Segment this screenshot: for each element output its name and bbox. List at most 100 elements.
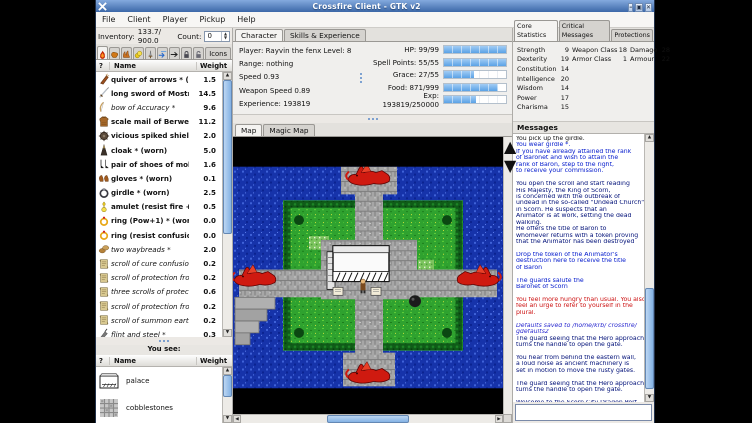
messages-scrollbar[interactable]: ▲ ▼ [644, 134, 654, 402]
inventory-item-row[interactable]: long sword of Mostrai +314.5 [96, 86, 222, 100]
scroll-right-icon[interactable]: ▶ [495, 415, 503, 423]
pane-splitter[interactable] [96, 337, 232, 345]
inventory-header: Inventory: 133.7/ 900.0 Count: 0 ▲▼ [96, 28, 232, 44]
tab-stats[interactable]: Core Statistics [514, 20, 558, 41]
ground-item-row[interactable]: cobblestones [96, 394, 222, 421]
pane-splitter[interactable] [233, 115, 512, 123]
inventory-label: Inventory: [98, 32, 135, 41]
ground-item-row[interactable]: palace [96, 367, 222, 394]
inventory-item-row[interactable]: amulet (resist fire +20) *0.5 [96, 200, 222, 214]
inventory-item-row[interactable]: pair of shoes of mobility1.6 [96, 157, 222, 171]
stat-row: Strength9Weapon Class18Damage28 [517, 45, 654, 55]
column-header-flag[interactable]: ? [96, 62, 110, 70]
item-name: quiver of arrows * (activ [111, 75, 189, 84]
game-map[interactable] [233, 137, 503, 414]
tab-character[interactable]: Character [235, 29, 283, 41]
pane-splitter[interactable] [357, 42, 365, 114]
column-header-weight[interactable]: Weight [197, 357, 232, 365]
cloak-icon [96, 144, 111, 157]
scroll-up-icon[interactable]: ▲ [223, 72, 232, 80]
window-control-button[interactable]: ▣ [635, 3, 643, 12]
column-header-weight[interactable]: Weight [197, 62, 232, 70]
inventory-filter-tab[interactable]: Icons [205, 47, 231, 59]
scroll-up-icon[interactable]: ▲ [223, 367, 232, 375]
inventory-filter-tab[interactable] [193, 47, 204, 59]
stat-label: Charisma [517, 103, 559, 111]
scroll-up-icon[interactable]: ▲ [504, 137, 512, 156]
scroll-up-icon[interactable]: ▲ [645, 134, 654, 142]
tab-stats[interactable]: Protections [611, 29, 653, 41]
palace-icon [96, 372, 122, 390]
inventory-filter-tab[interactable] [133, 47, 144, 59]
stat-label: Dexterity [517, 55, 559, 63]
scroll-icon [96, 271, 111, 284]
column-header-name[interactable]: Name [110, 357, 197, 365]
menu-item[interactable]: File [96, 15, 121, 24]
scroll-down-icon[interactable]: ▼ [504, 156, 512, 175]
menu-item[interactable]: Player [157, 15, 194, 24]
scroll-left-icon[interactable]: ◀ [233, 415, 241, 423]
stat-row: Power17 [517, 93, 654, 103]
inventory-item-row[interactable]: flint and steel *0.3 [96, 327, 222, 337]
stat-bar-fill [444, 96, 476, 103]
inventory-item-row[interactable]: two waybreads *2.0 [96, 242, 222, 256]
inventory-item-row[interactable]: ring (Pow+1) * (worn)0.0 [96, 214, 222, 228]
inventory-item-row[interactable]: gloves * (worn)0.1 [96, 171, 222, 185]
ring-icon [96, 214, 111, 227]
menu-item[interactable]: Help [231, 15, 261, 24]
armor-icon [96, 115, 111, 128]
waybread-icon [96, 243, 111, 256]
inventory-item-row[interactable]: scale mail of Berwean +211.2 [96, 115, 222, 129]
menu-item[interactable]: Client [121, 15, 156, 24]
scrollbar-thumb[interactable] [223, 375, 232, 397]
inventory-item-row[interactable]: cloak * (worn)5.0 [96, 143, 222, 157]
inventory-item-row[interactable]: scroll of cure confusion (lvl 70.2 [96, 256, 222, 270]
map-horizontal-scrollbar[interactable]: ◀ ▶ [233, 414, 503, 423]
spin-down-icon[interactable]: ▼ [222, 36, 229, 41]
window-control-button[interactable]: – [628, 3, 633, 12]
column-header-name[interactable]: Name [110, 62, 197, 70]
inventory-item-row[interactable]: three scrolls of protection fro0.6 [96, 285, 222, 299]
inventory-item-row[interactable]: bow of Accuracy *9.6 [96, 100, 222, 114]
inventory-filter-tab[interactable] [157, 47, 168, 59]
count-spinner[interactable]: 0 ▲▼ [204, 31, 230, 42]
tab-character[interactable]: Skills & Experience [284, 29, 366, 41]
inventory-filter-tab[interactable] [109, 47, 120, 59]
scroll-down-icon[interactable]: ▼ [223, 329, 232, 337]
inventory-item-row[interactable]: scroll of summon earth elem0.2 [96, 313, 222, 327]
menu-item[interactable]: Pickup [193, 15, 231, 24]
tab-map[interactable]: Magic Map [263, 124, 314, 136]
inventory-filter-tab[interactable] [145, 47, 156, 59]
map-viewport: ▲ ▼ ◀ ▶ [233, 137, 512, 423]
inventory-scrollbar[interactable]: ▲ ▼ [222, 72, 232, 337]
inventory-filter-tab[interactable] [181, 47, 192, 59]
inventory-filter-tab[interactable] [121, 47, 132, 59]
tab-stats[interactable]: Critical Messages [559, 20, 611, 41]
map-vertical-scrollbar[interactable]: ▲ ▼ [503, 137, 512, 414]
inventory-item-row[interactable]: ring (resist confusion +2!0.0 [96, 228, 222, 242]
inventory-item-row[interactable]: scroll of protection from canc0.2 [96, 299, 222, 313]
column-header-flag[interactable]: ? [96, 357, 110, 365]
title-bar[interactable]: Crossfire Client - GTK v2 –▣✕ [96, 0, 654, 12]
inventory-item-row[interactable]: scroll of protection from attac0.2 [96, 271, 222, 285]
inventory-item-row[interactable]: girdle * (worn)2.5 [96, 186, 222, 200]
scroll-down-icon[interactable]: ▼ [645, 394, 654, 402]
scrollbar-thumb[interactable] [645, 288, 654, 389]
inventory-filter-tab[interactable] [97, 46, 108, 59]
scrollbar-thumb[interactable] [223, 80, 232, 234]
scrollbar-thumb[interactable] [327, 415, 408, 423]
stat-bar [443, 95, 507, 104]
tab-map[interactable]: Map [235, 124, 262, 136]
window-control-button[interactable]: ✕ [645, 3, 652, 12]
count-value[interactable]: 0 [205, 32, 221, 41]
item-weight: 0.6 [189, 287, 222, 296]
item-weight: 0.2 [189, 273, 222, 282]
core-statistics: Strength9Weapon Class18Damage28Dexterity… [513, 42, 654, 122]
command-input[interactable] [515, 404, 652, 421]
center-panel: CharacterSkills & Experience Player: Ray… [233, 28, 512, 423]
scroll-down-icon[interactable]: ▼ [223, 415, 232, 423]
ground-scrollbar[interactable]: ▲ ▼ [222, 367, 232, 423]
inventory-filter-tab[interactable] [169, 47, 180, 59]
inventory-item-row[interactable]: quiver of arrows * (activ1.5 [96, 72, 222, 86]
inventory-item-row[interactable]: vicious spiked shield +12.0 [96, 129, 222, 143]
